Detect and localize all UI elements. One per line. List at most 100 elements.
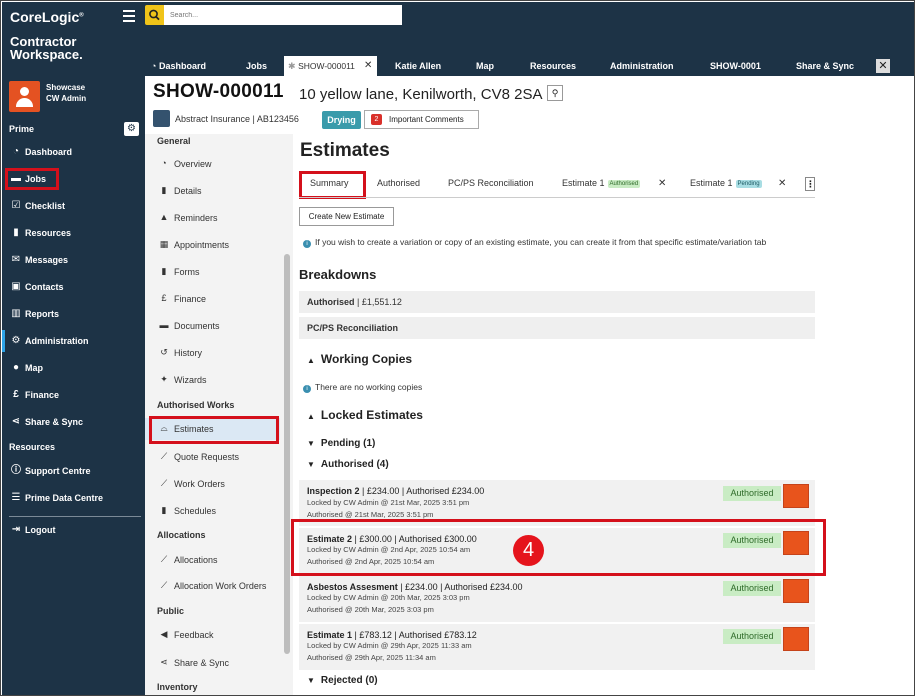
subnav-item-history[interactable]: ↺ History [145, 342, 280, 364]
estimate-action-button[interactable] [783, 579, 809, 603]
breakdown-reconciliation[interactable]: PC/PS Reconciliation [299, 317, 815, 339]
subnav-item-work-orders[interactable]: ⟋ Work Orders [145, 473, 280, 495]
search-icon[interactable] [145, 5, 164, 25]
tab-authorised[interactable]: Authorised [377, 178, 420, 188]
tab-map[interactable]: Map [476, 56, 494, 76]
wrench-icon: ⟋ [160, 554, 168, 564]
sidebar-item-dashboard[interactable]: ◔ Dashboard [2, 141, 145, 163]
share-icon: ⋖ [11, 416, 21, 427]
wrench-icon: ⟋ [160, 478, 168, 488]
checkbox-icon: ☑ [11, 200, 21, 211]
subnav-scrollbar[interactable] [284, 254, 290, 654]
search-input[interactable] [164, 5, 402, 25]
subnav-item-allocations[interactable]: ⟋ Allocations [145, 549, 280, 571]
estimate-action-button[interactable] [783, 627, 809, 651]
sidebar-item-reports[interactable]: ▥ Reports [2, 303, 145, 325]
product-name: Contractor Workspace. [10, 34, 83, 62]
page-title: Estimates [300, 140, 390, 161]
locked-estimates-heading[interactable]: ▲ Locked Estimates [307, 408, 423, 422]
info-message: i If you wish to create a variation or co… [303, 236, 815, 248]
close-tab-icon[interactable]: ✕ [658, 178, 666, 189]
map-pin-icon: ● [12, 362, 20, 373]
contact-card-icon: ▣ [11, 281, 21, 292]
tab-share-sync[interactable]: Share & Sync [796, 56, 854, 76]
form-icon: ▮ [161, 266, 167, 276]
bell-icon: ▲ [159, 212, 169, 222]
logout-button[interactable]: ⇥ Logout [2, 519, 145, 541]
create-new-estimate-button[interactable]: Create New Estimate [299, 207, 394, 226]
tab-resources[interactable]: Resources [530, 56, 576, 76]
sidebar-item-map[interactable]: ● Map [2, 357, 145, 379]
map-pin-icon[interactable]: ⚲ [547, 85, 563, 101]
tab-show-000011[interactable]: ✱ SHOW-000011 ✕ [284, 56, 377, 76]
highlight-estimate-2-row [291, 519, 826, 576]
section-resources: Resources [9, 442, 56, 452]
breakdown-authorised[interactable]: Authorised | £1,551.12 [299, 291, 815, 313]
sidebar-item-share-sync[interactable]: ⋖ Share & Sync [2, 411, 145, 433]
sidebar-item-checklist[interactable]: ☑ Checklist [2, 195, 145, 217]
history-icon: ↺ [160, 347, 168, 357]
sidebar-item-administration[interactable]: ⚙ Administration [2, 330, 145, 352]
subnav-item-documents[interactable]: ▬ Documents [145, 315, 280, 337]
sidebar-item-messages[interactable]: ✉ Messages [2, 249, 145, 271]
subnav-item-overview[interactable]: ◔ Overview [145, 153, 280, 175]
subnav-item-appointments[interactable]: ▦ Appointments [145, 234, 280, 256]
user-profile[interactable]: Showcase CW Admin [9, 80, 141, 114]
important-comments-button[interactable]: 2 Important Comments [364, 110, 479, 129]
document-icon: ▮ [161, 185, 167, 195]
tab-show-0001[interactable]: SHOW-0001 [710, 56, 761, 76]
close-tab-icon[interactable]: ✕ [364, 56, 372, 76]
highlight-estimates [149, 416, 279, 444]
tab-administration[interactable]: Administration [610, 56, 674, 76]
subnav-item-allocation-work-orders[interactable]: ⟋ Allocation Work Orders [145, 575, 280, 597]
authorised-group[interactable]: ▼ Authorised (4) [307, 459, 389, 470]
subnav-item-schedules[interactable]: ▮ Schedules [145, 500, 280, 522]
estimate-row-estimate-1[interactable]: Estimate 1 | £783.12 | Authorised £783.1… [299, 624, 815, 670]
close-tab-icon[interactable]: ✕ [778, 178, 786, 189]
pin-star-icon: ✱ [288, 61, 296, 71]
tab-estimate-1-pending[interactable]: Estimate 1 Pending [690, 178, 762, 188]
estimate-action-button[interactable] [783, 484, 809, 508]
gear-icon[interactable]: ⚙ [124, 122, 139, 136]
estimate-row-asbestos-assesment[interactable]: Asbestos Assesment | £234.00 | Authorise… [299, 576, 815, 622]
working-copies-heading[interactable]: ▲ Working Copies [307, 352, 412, 366]
subnav-item-wizards[interactable]: ✦ Wizards [145, 369, 280, 391]
subnav-item-forms[interactable]: ▮ Forms [145, 261, 280, 283]
avatar [9, 81, 40, 112]
subnav-item-feedback[interactable]: ◀ Feedback [145, 624, 280, 646]
status-badge: Authorised [607, 179, 641, 188]
tab-jobs[interactable]: Jobs [246, 56, 267, 76]
rejected-group[interactable]: ▼ Rejected (0) [307, 675, 378, 686]
top-bar: ◔ Dashboard Jobs ✱ SHOW-000011 ✕ Katie A… [145, 2, 914, 76]
pound-icon: £ [161, 293, 167, 303]
sidebar-item-resources[interactable]: ▮ Resources [2, 222, 145, 244]
share-icon: ⋖ [160, 657, 168, 667]
folder-icon: ▬ [159, 320, 169, 330]
section-allocations: Allocations [157, 530, 206, 540]
close-icon[interactable]: ✕ [876, 59, 890, 73]
sidebar-item-support-centre[interactable]: ⓘ Support Centre [2, 460, 145, 482]
section-prime: Prime [9, 124, 35, 134]
menu-icon[interactable] [123, 10, 135, 22]
subnav-item-reminders[interactable]: ▲ Reminders [145, 207, 280, 229]
pending-group[interactable]: ▼ Pending (1) [307, 438, 375, 449]
subnav-item-details[interactable]: ▮ Details [145, 180, 280, 202]
sidebar-item-finance[interactable]: £ Finance [2, 384, 145, 406]
tab-divider [299, 197, 815, 198]
divider [9, 516, 141, 517]
tab-estimate-1-authorised[interactable]: Estimate 1 Authorised [562, 178, 641, 188]
sidebar-item-contacts[interactable]: ▣ Contacts [2, 276, 145, 298]
tab-dashboard[interactable]: ◔ Dashboard [151, 56, 206, 76]
tab-katie-allen[interactable]: Katie Allen [395, 56, 441, 76]
subnav-item-finance[interactable]: £ Finance [145, 288, 280, 310]
more-options-icon[interactable]: ⋮ [805, 177, 815, 191]
clipboard-icon: ▮ [161, 505, 167, 515]
corelogic-logo: CoreLogic® [10, 9, 84, 25]
sidebar-item-prime-data-centre[interactable]: ☰ Prime Data Centre [2, 487, 145, 509]
tab-pc-ps-reconciliation[interactable]: PC/PS Reconciliation [448, 178, 534, 188]
section-public: Public [157, 606, 185, 616]
job-id: SHOW-000011 [153, 81, 284, 102]
chevron-down-icon: ▼ [307, 439, 315, 448]
subnav-item-share-sync[interactable]: ⋖ Share & Sync [145, 652, 280, 674]
subnav-item-quote-requests[interactable]: ⟋ Quote Requests [145, 446, 280, 468]
